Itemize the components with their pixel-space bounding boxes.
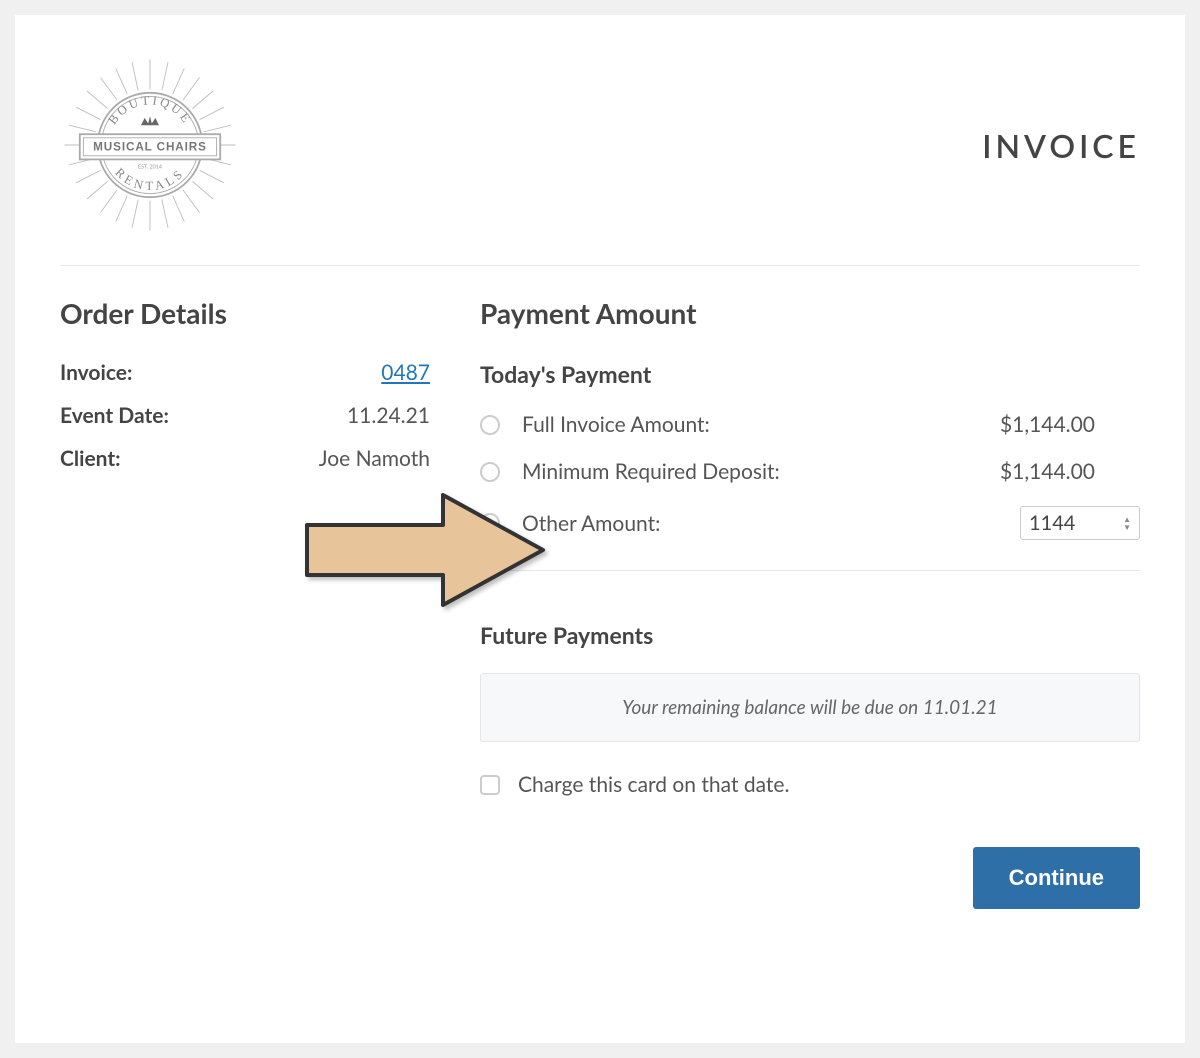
option-other-amount-label: Other Amount: xyxy=(522,511,1020,536)
detail-row-client: Client: Joe Namoth xyxy=(60,446,430,471)
stepper-icon[interactable]: ▲▼ xyxy=(1123,515,1131,531)
order-details-section: Order Details Invoice: 0487 Event Date: … xyxy=(60,296,430,909)
order-details-heading: Order Details xyxy=(60,296,430,330)
svg-text:MUSICAL CHAIRS: MUSICAL CHAIRS xyxy=(93,140,207,153)
option-full-amount-label: Full Invoice Amount: xyxy=(522,412,1000,437)
radio-min-deposit[interactable] xyxy=(480,462,500,482)
event-date-value: 11.24.21 xyxy=(347,403,430,428)
charge-card-label: Charge this card on that date. xyxy=(518,772,789,797)
divider xyxy=(480,570,1140,571)
other-amount-input-wrap: ▲▼ xyxy=(1020,506,1140,540)
page-title: INVOICE xyxy=(982,126,1140,165)
charge-card-checkbox[interactable] xyxy=(480,775,500,795)
option-min-deposit-label: Minimum Required Deposit: xyxy=(522,459,1000,484)
future-balance-notice: Your remaining balance will be due on 11… xyxy=(480,673,1140,742)
radio-other-amount[interactable] xyxy=(480,513,500,533)
detail-row-invoice: Invoice: 0487 xyxy=(60,360,430,385)
company-logo: BOUTIQUE RENTALS MUSICAL CHAIRS EST. 201… xyxy=(60,55,240,235)
client-label: Client: xyxy=(60,446,121,471)
radio-full-amount[interactable] xyxy=(480,415,500,435)
option-full-amount: Full Invoice Amount: $1,144.00 xyxy=(480,412,1140,437)
charge-card-row: Charge this card on that date. xyxy=(480,772,1140,797)
invoice-number-link[interactable]: 0487 xyxy=(381,360,430,385)
option-min-deposit-value: $1,144.00 xyxy=(1000,459,1140,484)
option-min-deposit: Minimum Required Deposit: $1,144.00 xyxy=(480,459,1140,484)
invoice-label: Invoice: xyxy=(60,360,132,385)
today-payment-heading: Today's Payment xyxy=(480,360,1140,388)
invoice-page: BOUTIQUE RENTALS MUSICAL CHAIRS EST. 201… xyxy=(15,15,1185,1043)
svg-text:EST. 2014: EST. 2014 xyxy=(138,164,162,170)
client-value: Joe Namoth xyxy=(319,446,430,471)
detail-row-event-date: Event Date: 11.24.21 xyxy=(60,403,430,428)
payment-section: Payment Amount Today's Payment Full Invo… xyxy=(480,296,1140,909)
option-other-amount: Other Amount: ▲▼ xyxy=(480,506,1140,540)
event-date-label: Event Date: xyxy=(60,403,169,428)
other-amount-input[interactable] xyxy=(1029,511,1099,535)
option-full-amount-value: $1,144.00 xyxy=(1000,412,1140,437)
payment-amount-heading: Payment Amount xyxy=(480,296,1140,330)
future-payments-heading: Future Payments xyxy=(480,621,1140,649)
header: BOUTIQUE RENTALS MUSICAL CHAIRS EST. 201… xyxy=(60,55,1140,266)
continue-button[interactable]: Continue xyxy=(973,847,1140,909)
